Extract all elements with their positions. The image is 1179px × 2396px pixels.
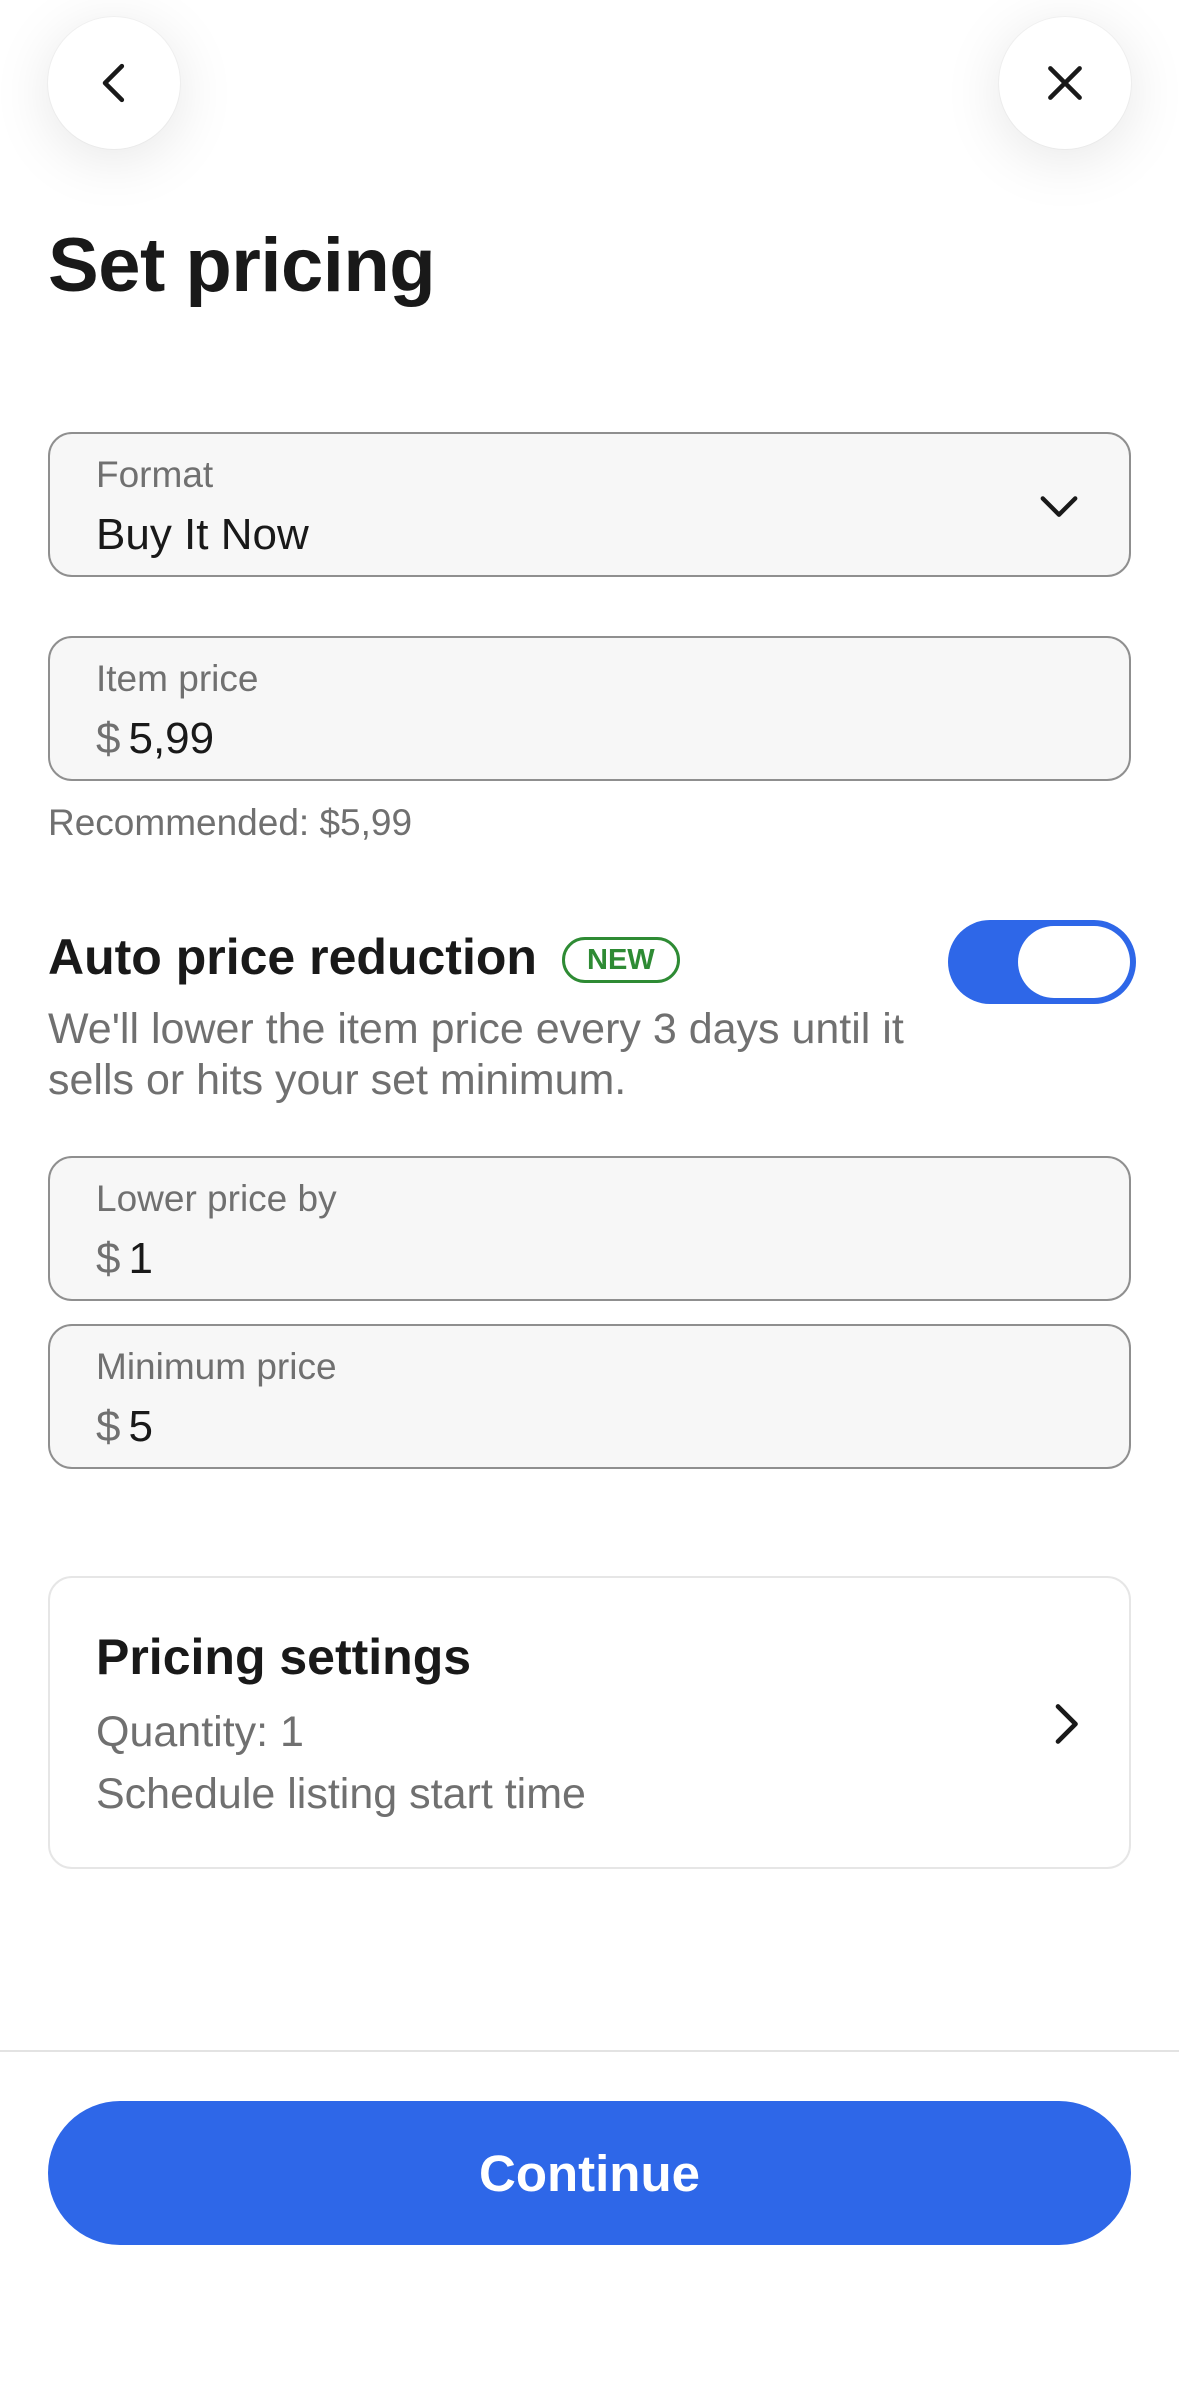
lower-price-value: 1 [128, 1234, 153, 1283]
item-price-field[interactable]: Item price $ 5,99 [48, 636, 1131, 781]
auto-price-reduction-toggle[interactable] [948, 920, 1136, 1004]
currency-symbol: $ [96, 714, 121, 763]
currency-symbol: $ [96, 1234, 121, 1283]
minimum-price-value: 5 [128, 1402, 153, 1451]
new-badge: NEW [562, 937, 680, 983]
format-value: Buy It Now [96, 510, 309, 559]
format-label: Format [96, 454, 214, 495]
schedule-text: Schedule listing start time [96, 1770, 586, 1818]
lower-price-label: Lower price by [96, 1178, 337, 1219]
toggle-knob [1018, 926, 1130, 998]
page-title: Set pricing [48, 223, 436, 308]
auto-price-reduction-description: We'll lower the item price every 3 days … [48, 1005, 904, 1104]
currency-symbol: $ [96, 1402, 121, 1451]
set-pricing-screen: Set pricing Format Buy It Now Item price… [0, 0, 1179, 2396]
item-price-value: 5,99 [128, 714, 215, 763]
lower-price-by-field[interactable]: Lower price by $ 1 [48, 1156, 1131, 1301]
chevron-right-icon [1055, 1704, 1078, 1744]
format-select[interactable]: Format Buy It Now [48, 432, 1131, 577]
quantity-text: Quantity: 1 [96, 1708, 304, 1756]
pricing-settings-card[interactable]: Pricing settings Quantity: 1 Schedule li… [48, 1576, 1131, 1869]
continue-button[interactable]: Continue [48, 2101, 1131, 2245]
auto-price-reduction-title: Auto price reduction [48, 929, 537, 985]
close-button[interactable] [999, 17, 1131, 149]
minimum-price-field[interactable]: Minimum price $ 5 [48, 1324, 1131, 1469]
pricing-settings-title: Pricing settings [96, 1629, 472, 1685]
footer-divider [0, 2050, 1179, 2052]
chevron-down-icon [1040, 496, 1078, 517]
back-button[interactable] [48, 17, 180, 149]
minimum-price-label: Minimum price [96, 1346, 337, 1387]
close-icon [1048, 66, 1082, 100]
item-price-label: Item price [96, 658, 259, 699]
recommended-price-hint: Recommended: $5,99 [48, 802, 413, 843]
chevron-left-icon [102, 63, 125, 103]
